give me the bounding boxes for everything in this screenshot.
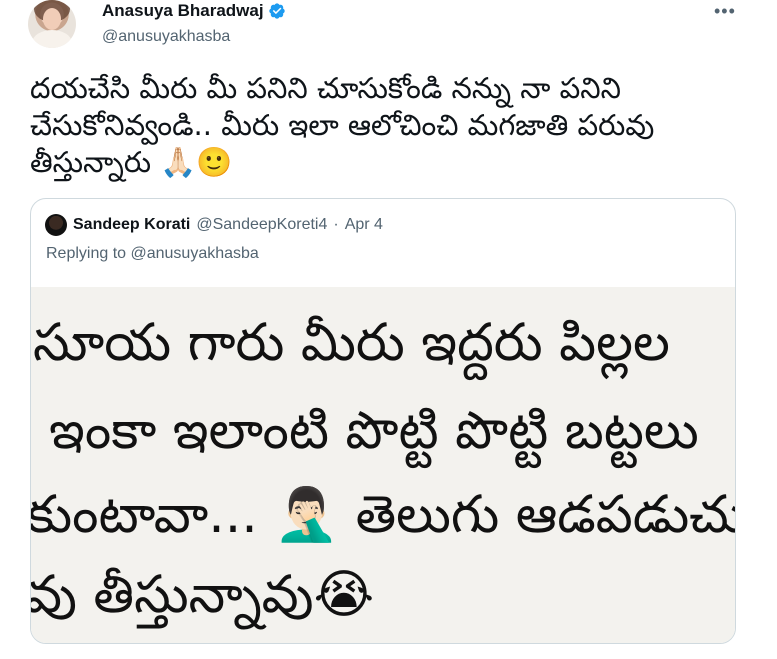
tweet-text-line: తీస్తున్నారు 🙏🏻🙂 [30, 145, 233, 179]
quoted-tweet[interactable]: Sandeep Korati @SandeepKoreti4 · Apr 4 R… [30, 198, 736, 644]
separator-dot: · [333, 216, 339, 233]
tweet-text-line: చేసుకోనివ్వండి.. మీరు ఇలా ఆలోచించి మగజాత… [30, 108, 655, 142]
tweet[interactable]: Anasuya Bharadwaj @anusuyakhasba ••• దయచ… [0, 0, 777, 659]
quoted-tweet-header: Sandeep Korati @SandeepKoreti4 · Apr 4 [45, 214, 383, 236]
tweet-text-line: దయచేసి మీరు మీ పనిని చూసుకోండి నన్ను నా … [30, 71, 621, 105]
replying-to-text: Replying to @anusuyakhasba [46, 245, 259, 262]
quoted-author-avatar [45, 214, 67, 236]
quoted-author-name: Sandeep Korati [73, 216, 191, 233]
quoted-tweet-date: Apr 4 [344, 216, 383, 233]
image-text-line: వు తీస్తున్నావు😭 [31, 565, 375, 625]
more-options-icon[interactable]: ••• [714, 1, 736, 22]
verified-badge-icon [268, 3, 285, 19]
quoted-author-handle: @SandeepKoreti4 [196, 216, 328, 233]
author-handle[interactable]: @anusuyakhasba [102, 28, 230, 46]
image-text-line: ఇంకా ఇలాంటి పొట్టి పొట్టి బట్టలు [49, 401, 699, 461]
image-text-line: సూయ గారు మీరు ఇద్దరు పిల్లల [33, 313, 670, 373]
image-text-line: కుంటావా... 🤦🏻‍♂️ తెలుగు ఆడపడుచు [31, 485, 735, 545]
author-avatar[interactable] [28, 0, 76, 48]
quoted-tweet-image[interactable]: సూయ గారు మీరు ఇద్దరు పిల్లల ఇంకా ఇలాంటి … [31, 287, 735, 643]
tweet-text: దయచేసి మీరు మీ పనిని చూసుకోండి నన్ను నా … [30, 70, 760, 181]
author-name-row: Anasuya Bharadwaj [102, 1, 286, 21]
author-display-name[interactable]: Anasuya Bharadwaj [102, 1, 264, 21]
